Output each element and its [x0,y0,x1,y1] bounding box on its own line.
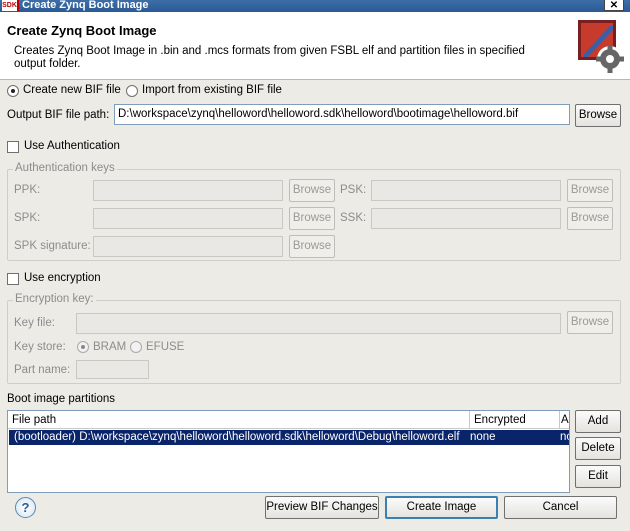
output-bif-browse-button[interactable]: Browse [575,104,621,127]
ssk-browse-button[interactable]: Browse [567,207,613,230]
spk-input[interactable] [93,208,283,229]
output-bif-path-input[interactable]: D:\workspace\zynq\helloword\helloword.sd… [114,104,570,125]
psk-browse-button[interactable]: Browse [567,179,613,202]
create-new-bif-radio[interactable] [7,85,19,97]
output-bif-path-label: Output BIF file path: [7,109,110,121]
import-bif-label[interactable]: Import from existing BIF file [142,84,282,96]
boot-image-partitions-label: Boot image partitions [7,393,116,405]
ssk-label: SSK: [340,212,367,224]
key-file-browse-button[interactable]: Browse [567,311,613,334]
authentication-keys-title: Authentication keys [13,162,117,174]
psk-label: PSK: [340,184,367,196]
dialog-header: Create Zynq Boot Image Creates Zynq Boot… [0,12,630,80]
gear-icon [578,20,624,73]
part-name-input[interactable] [76,360,149,379]
row-authentication: no [560,431,569,443]
partitions-table[interactable]: File path Encrypted Au (bootloader) D:\w… [7,410,570,493]
column-header-authentication[interactable]: Au [560,411,569,429]
part-name-label: Part name: [14,364,71,376]
spk-signature-label: SPK signature: [14,240,91,252]
sdk-app-icon: SDK [2,0,19,11]
import-bif-radio[interactable] [126,85,138,97]
table-row[interactable]: (bootloader) D:\workspace\zynq\helloword… [9,430,569,445]
key-file-label: Key file: [14,317,55,329]
window-title: Create Zynq Boot Image [22,0,149,11]
spk-label: SPK: [14,212,41,224]
edit-partition-button[interactable]: Edit [575,465,621,488]
dialog-title: Create Zynq Boot Image [7,23,157,38]
window-title-bar: SDK Create Zynq Boot Image ✕ [0,0,630,12]
use-authentication-label[interactable]: Use Authentication [24,140,120,152]
efuse-radio[interactable] [130,341,142,353]
add-partition-button[interactable]: Add [575,410,621,433]
spk-signature-input[interactable] [93,236,283,257]
column-header-encrypted[interactable]: Encrypted [470,411,560,429]
ssk-input[interactable] [371,208,561,229]
use-authentication-checkbox[interactable] [7,141,19,153]
row-file-path: (bootloader) D:\workspace\zynq\helloword… [14,431,460,443]
key-file-input[interactable] [76,313,561,334]
ppk-browse-button[interactable]: Browse [289,179,335,202]
spk-signature-browse-button[interactable]: Browse [289,235,335,258]
use-encryption-checkbox[interactable] [7,273,19,285]
efuse-label[interactable]: EFUSE [146,341,184,353]
create-new-bif-label[interactable]: Create new BIF file [23,84,121,96]
ppk-label: PPK: [14,184,41,196]
bram-radio[interactable] [77,341,89,353]
encryption-key-title: Encryption key: [13,293,96,305]
row-encrypted: none [470,431,496,443]
help-icon[interactable]: ? [15,497,36,518]
create-image-button[interactable]: Create Image [385,496,498,519]
cancel-button[interactable]: Cancel [504,496,617,519]
psk-input[interactable] [371,180,561,201]
key-store-label: Key store: [14,341,66,353]
use-encryption-label[interactable]: Use encryption [24,272,101,284]
bram-label[interactable]: BRAM [93,341,126,353]
delete-partition-button[interactable]: Delete [575,437,621,460]
preview-bif-changes-button[interactable]: Preview BIF Changes [265,496,379,519]
dialog-description: Creates Zynq Boot Image in .bin and .mcs… [14,45,525,70]
ppk-input[interactable] [93,180,283,201]
close-icon[interactable]: ✕ [604,0,624,11]
spk-browse-button[interactable]: Browse [289,207,335,230]
column-header-file-path[interactable]: File path [8,411,470,429]
